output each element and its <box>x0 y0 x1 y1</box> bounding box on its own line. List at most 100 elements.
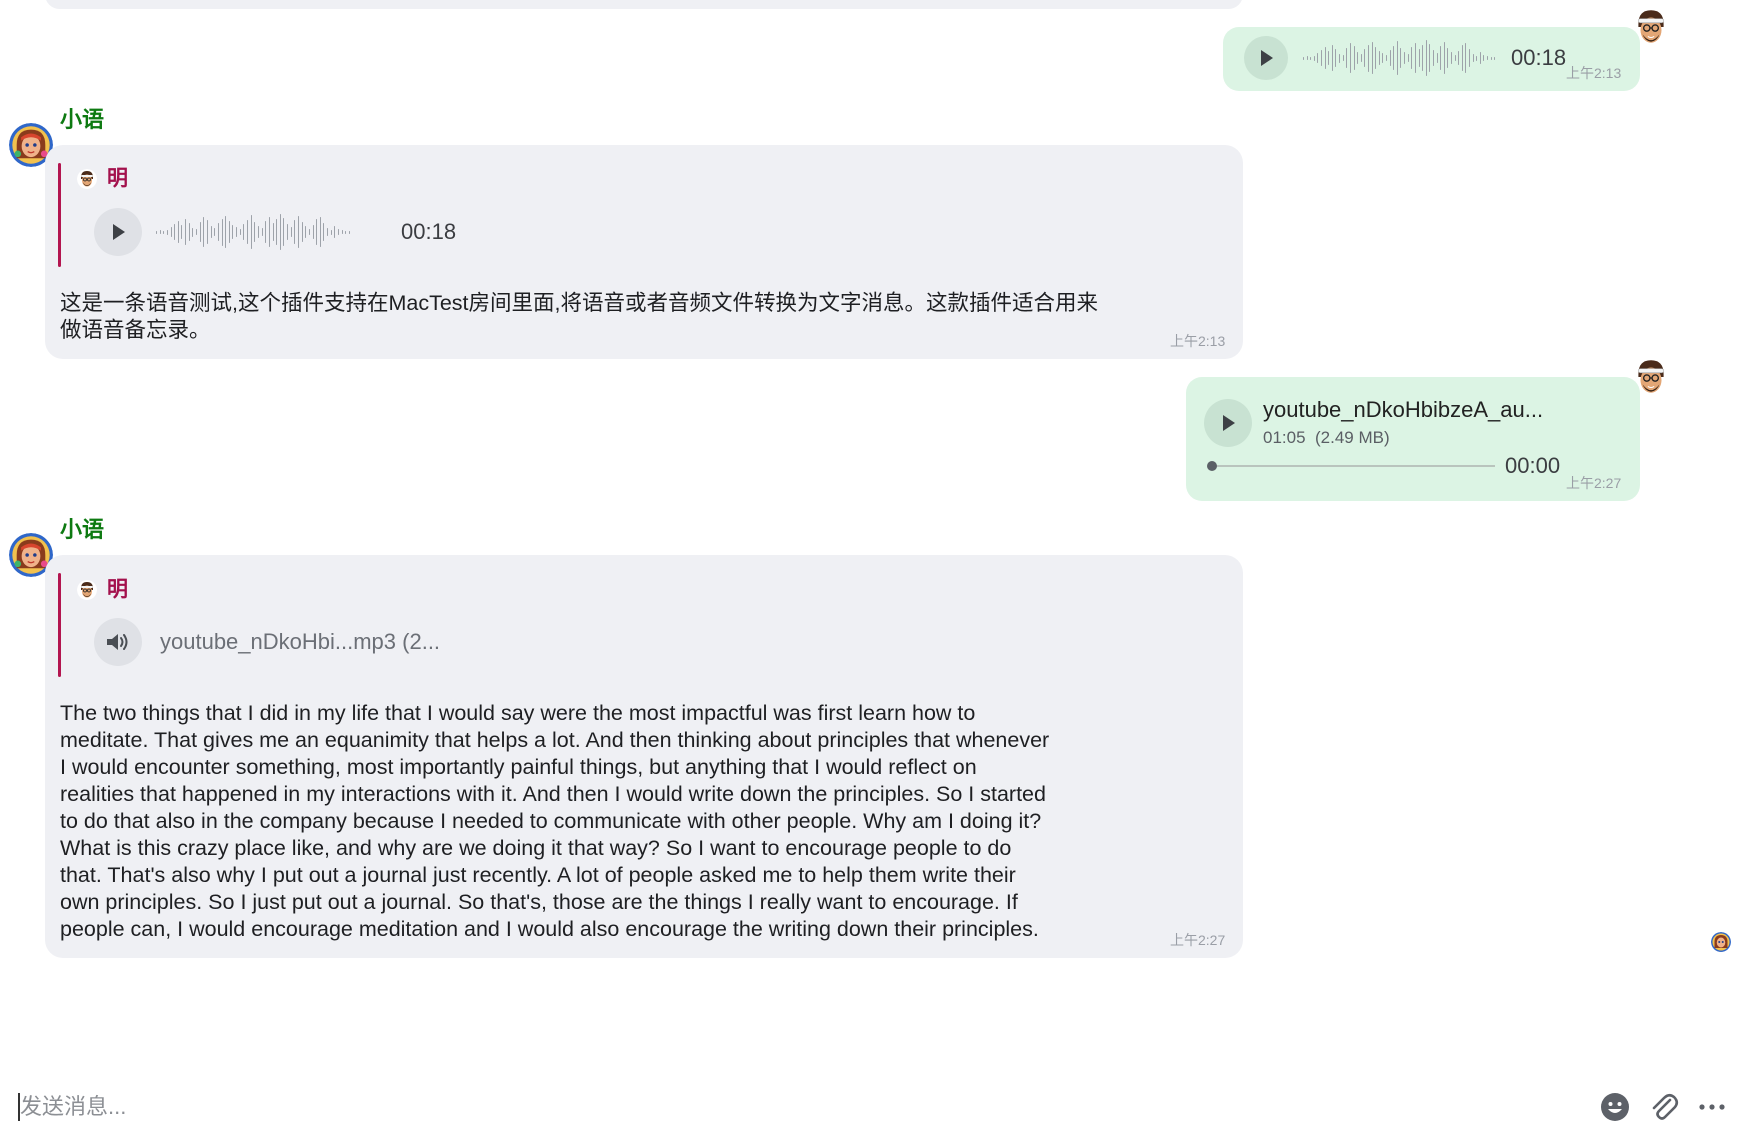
waveform-bar <box>1407 54 1409 62</box>
waveform-bar <box>308 229 310 235</box>
waveform-bar <box>1404 52 1405 64</box>
waveform-bar <box>327 228 328 236</box>
waveform-bar <box>243 224 245 240</box>
waveform-bar <box>316 219 317 245</box>
quote-avatar <box>77 580 97 600</box>
waveform-bar <box>254 222 255 242</box>
waveform-bar <box>1364 49 1365 67</box>
waveform-bar <box>1303 56 1304 60</box>
quote-waveform[interactable] <box>156 210 350 254</box>
waveform-bar <box>348 230 350 234</box>
waveform-bar <box>1310 56 1311 60</box>
waveform-bar <box>1483 55 1485 61</box>
waveform-bar <box>1371 42 1373 74</box>
waveform-bar <box>250 215 252 249</box>
message-timestamp: 上午2:27 <box>1170 932 1226 948</box>
sender-name[interactable]: 小语 <box>60 517 104 543</box>
audio-meta: 01:05 (2.49 MB) <box>1263 428 1390 447</box>
waveform-bar <box>196 229 197 235</box>
waveform-bar <box>236 227 237 237</box>
previous-message-bubble <box>45 0 1243 9</box>
emoji-icon <box>1601 1093 1629 1121</box>
waveform-bar <box>1414 43 1416 73</box>
waveform-bar <box>1386 55 1387 61</box>
play-button[interactable] <box>1204 399 1252 447</box>
transcribed-text: 这是一条语音测试,这个插件支持在MacTest房间里面,将语音或者音频文件转换为… <box>60 291 1098 342</box>
waveform-bar <box>206 220 208 244</box>
waveform-bar <box>287 224 288 240</box>
waveform-bar <box>247 220 248 244</box>
waveform-bar <box>159 230 161 234</box>
message-timestamp: 上午2:13 <box>1566 65 1622 81</box>
waveform-bar <box>1458 51 1459 65</box>
waveform-bar <box>163 230 164 234</box>
waveform-bar <box>185 219 186 245</box>
audio-file-bubble: youtube_nDkoHbibzeA_au... 01:05 (2.49 MB… <box>1186 377 1640 501</box>
waveform-bar <box>1479 52 1481 64</box>
waveform-bar <box>1400 48 1402 68</box>
waveform-bar <box>268 217 270 247</box>
audio-position: 00:00 <box>1505 453 1561 478</box>
waveform-bar <box>276 219 277 245</box>
waveform-bar <box>1429 44 1430 72</box>
voice-duration: 00:18 <box>1511 45 1567 70</box>
waveform-bar <box>1313 55 1315 61</box>
quote-sender-name: 明 <box>107 167 128 190</box>
waveform-bar <box>1465 43 1467 73</box>
sender-name[interactable]: 小语 <box>60 107 104 133</box>
waveform-bar <box>214 228 215 236</box>
waveform-bar <box>330 229 332 235</box>
waveform-bar <box>1375 47 1376 69</box>
waveform-bar <box>1357 52 1358 64</box>
message-input[interactable] <box>20 1092 1520 1122</box>
quote-play-button[interactable] <box>94 208 142 256</box>
waveform-bar <box>1342 55 1344 61</box>
audio-progress-handle[interactable] <box>1207 461 1217 471</box>
play-button[interactable] <box>1244 36 1288 80</box>
waveform-bar <box>297 216 299 248</box>
waveform[interactable] <box>1303 36 1495 80</box>
waveform-bar <box>1360 54 1362 62</box>
waveform-bar <box>1472 54 1474 62</box>
waveform-bar <box>1476 55 1477 61</box>
quote-audio-button[interactable] <box>94 618 142 666</box>
waveform-bar <box>301 222 303 242</box>
waveform-bar <box>323 223 325 241</box>
waveform-bar <box>1490 56 1492 60</box>
waveform-bar <box>239 229 241 235</box>
waveform-bar <box>272 223 274 241</box>
speaker-icon <box>107 634 128 650</box>
waveform-bar <box>1331 45 1333 71</box>
waveform-bar <box>1367 44 1369 72</box>
waveform-bar <box>1339 53 1340 63</box>
waveform-bar <box>156 230 157 234</box>
more-button[interactable] <box>1697 1092 1727 1122</box>
waveform-bar <box>1411 47 1412 69</box>
waveform-bar <box>1324 47 1326 69</box>
waveform-bar <box>210 226 212 238</box>
waveform-bar <box>1335 49 1337 67</box>
waveform-bar <box>319 217 321 247</box>
transcribed-text: The two things that I did in my life tha… <box>60 701 1050 941</box>
waveform-bar <box>232 225 234 239</box>
read-receipt-avatar[interactable] <box>1711 932 1731 952</box>
audio-filename: youtube_nDkoHbibzeA_au... <box>1263 397 1544 422</box>
composer <box>0 1085 1747 1129</box>
waveform-bar <box>199 222 201 242</box>
emoji-button[interactable] <box>1600 1092 1630 1122</box>
play-icon <box>1261 50 1273 66</box>
waveform-bar <box>221 218 223 246</box>
waveform-bar <box>1454 55 1456 61</box>
waveform-bar <box>188 223 190 241</box>
waveform-bar <box>1422 45 1423 71</box>
waveform-bar <box>1440 46 1441 70</box>
message-timestamp: 上午2:27 <box>1566 475 1622 491</box>
incoming-message-bubble: 明 00:18 这是一条语音测试,这个插件支持在MacTest房间里面,将语音或… <box>45 145 1243 359</box>
waveform-bar <box>1317 53 1319 63</box>
quote-sender-name: 明 <box>107 578 128 601</box>
waveform-bar <box>1353 46 1355 70</box>
audio-progress-track[interactable] <box>1212 465 1495 467</box>
waveform-bar <box>294 220 295 244</box>
waveform-bar <box>1321 50 1322 66</box>
attach-button[interactable] <box>1649 1091 1679 1123</box>
